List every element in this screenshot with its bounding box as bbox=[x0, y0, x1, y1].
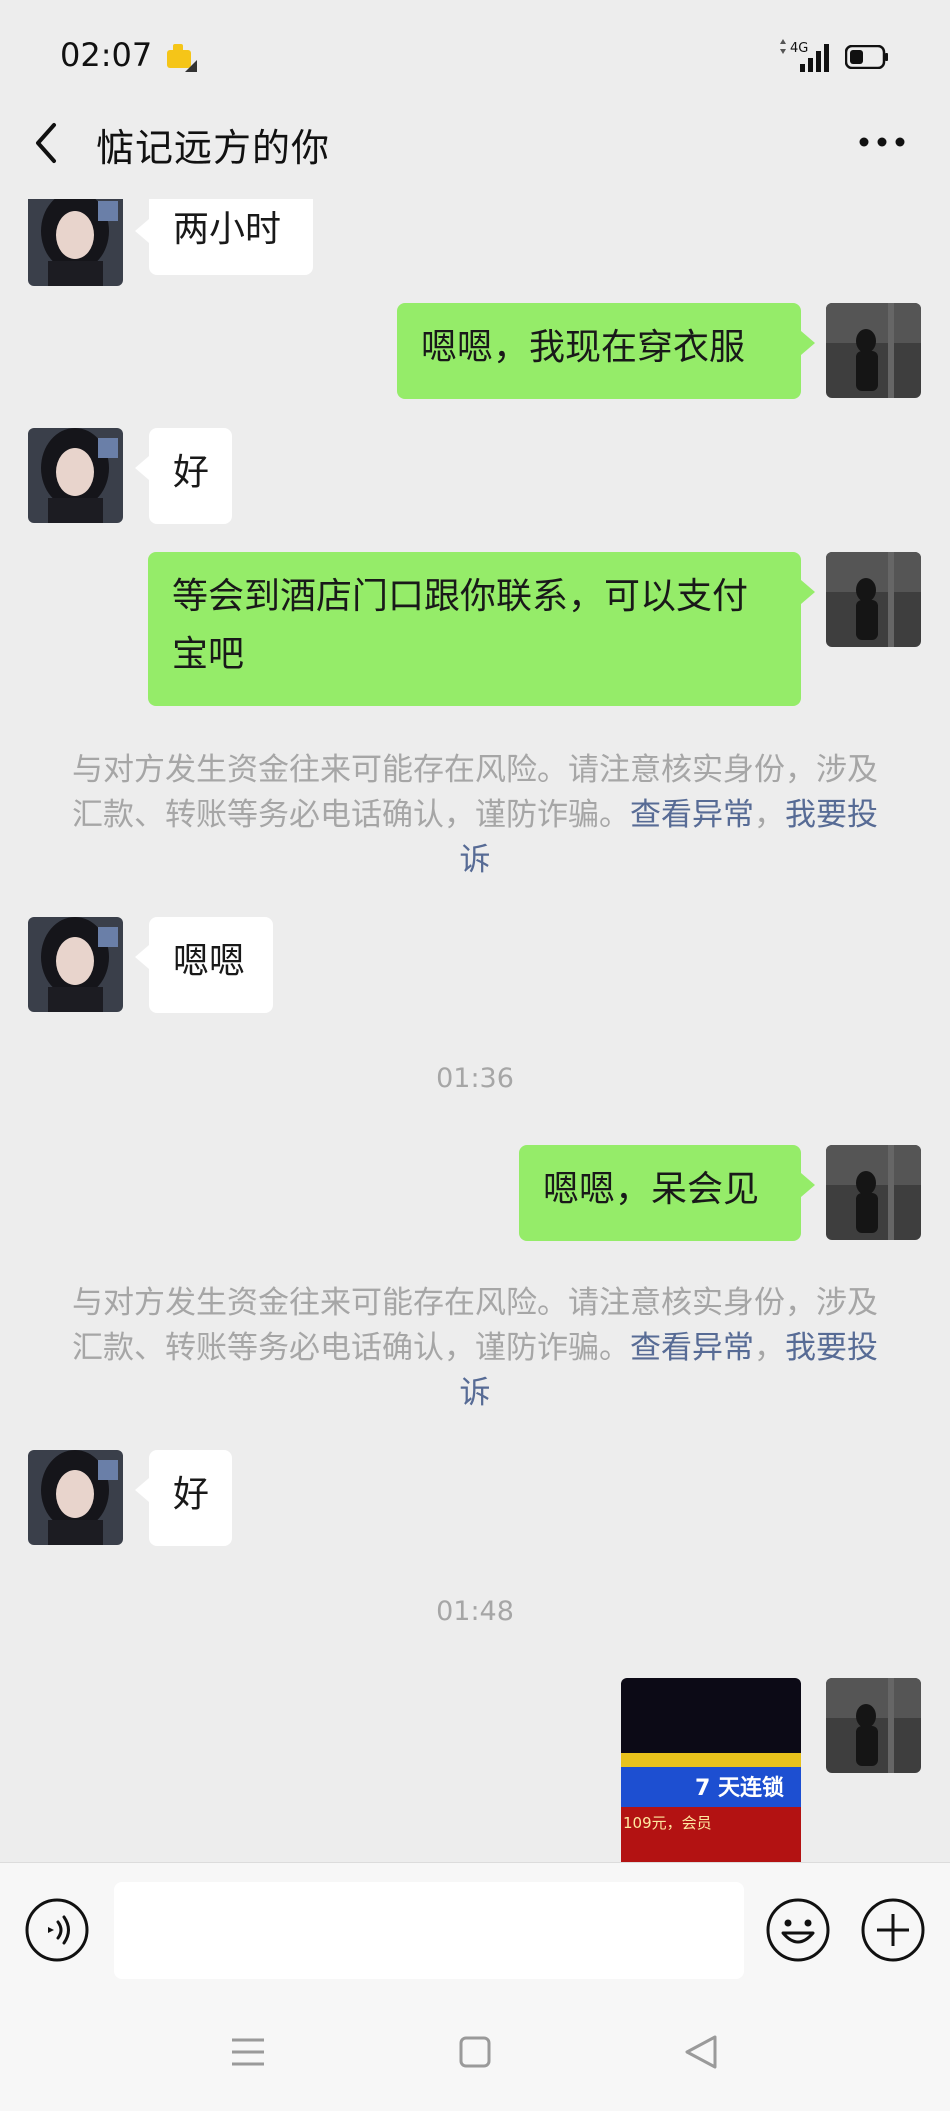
view-anomaly-link[interactable]: 查看异常 bbox=[630, 797, 754, 833]
message-text: 嗯嗯 bbox=[173, 941, 246, 982]
risk-warning-notice: 与对方发生资金往来可能存在风险。请注意核实身份，涉及汇款、转账等务必电话确认，谨… bbox=[70, 748, 880, 883]
message-bubble-outgoing[interactable]: 嗯嗯，我现在穿衣服 bbox=[397, 303, 815, 399]
message-text: 等会到酒店门口跟你联系，可以支付宝吧 bbox=[172, 576, 749, 675]
contact-avatar[interactable] bbox=[28, 917, 123, 1012]
menu-icon[interactable] bbox=[230, 2035, 266, 2069]
notification-app-icon bbox=[167, 44, 197, 72]
home-square-icon[interactable] bbox=[459, 2035, 491, 2069]
my-avatar[interactable] bbox=[826, 1678, 921, 1773]
view-anomaly-link[interactable]: 查看异常 bbox=[630, 1330, 754, 1366]
message-bubble-outgoing[interactable]: 嗯嗯，呆会见 bbox=[519, 1145, 815, 1241]
chat-input-bar bbox=[0, 1862, 950, 1996]
status-time: 02:07 bbox=[60, 36, 153, 74]
message-bubble-incoming[interactable]: 嗯嗯 bbox=[135, 917, 273, 1013]
contact-avatar[interactable] bbox=[28, 199, 123, 286]
risk-warning-notice: 与对方发生资金往来可能存在风险。请注意核实身份，涉及汇款、转账等务必电话确认，谨… bbox=[70, 1281, 880, 1416]
status-bar: 02:07 4G bbox=[0, 0, 950, 115]
battery-icon bbox=[845, 45, 888, 69]
message-bubble-incoming[interactable]: 好 bbox=[135, 428, 232, 524]
back-arrow-icon[interactable] bbox=[28, 115, 68, 171]
my-avatar[interactable] bbox=[826, 1145, 921, 1240]
signal-4g-icon: 4G bbox=[780, 39, 829, 72]
voice-icon[interactable] bbox=[24, 1897, 90, 1963]
message-text: 嗯嗯，我现在穿衣服 bbox=[421, 327, 746, 368]
message-bubble-outgoing[interactable]: 等会到酒店门口跟你联系，可以支付宝吧 bbox=[148, 552, 815, 706]
message-list[interactable]: 两小时 嗯嗯，我现在穿衣服 好 等会到酒店门口跟你联系，可以支付宝吧 与对方发生… bbox=[0, 199, 950, 1862]
network-label: 4G bbox=[790, 41, 808, 56]
notice-separator: ， bbox=[754, 1330, 785, 1366]
notice-separator: ， bbox=[754, 797, 785, 833]
my-avatar[interactable] bbox=[826, 552, 921, 647]
contact-avatar[interactable] bbox=[28, 428, 123, 523]
message-bubble-incoming[interactable]: 两小时 bbox=[135, 199, 313, 275]
message-input[interactable] bbox=[114, 1882, 744, 1979]
photo-price-text: 109元，会员 bbox=[623, 1814, 712, 1832]
message-text: 好 bbox=[173, 452, 210, 493]
chat-header: 惦记远方的你 bbox=[0, 115, 950, 199]
contact-avatar[interactable] bbox=[28, 1450, 123, 1545]
emoji-icon[interactable] bbox=[765, 1897, 831, 1963]
photo-message[interactable]: 7 天连锁 109元，会员 bbox=[621, 1678, 801, 1862]
message-text: 嗯嗯，呆会见 bbox=[543, 1169, 760, 1210]
plus-icon[interactable] bbox=[860, 1897, 926, 1963]
back-triangle-icon[interactable] bbox=[683, 2033, 719, 2071]
timestamp: 01:36 bbox=[436, 1063, 514, 1094]
message-bubble-incoming[interactable]: 好 bbox=[135, 1450, 232, 1546]
photo-sign-text: 7 天连锁 bbox=[695, 1775, 784, 1801]
my-avatar[interactable] bbox=[826, 303, 921, 398]
chat-title: 惦记远方的你 bbox=[96, 126, 331, 170]
more-dots-icon[interactable] bbox=[858, 135, 906, 149]
message-text: 两小时 bbox=[173, 209, 282, 250]
timestamp: 01:48 bbox=[436, 1596, 514, 1627]
system-nav-bar bbox=[0, 1995, 950, 2111]
message-text: 好 bbox=[173, 1474, 210, 1515]
